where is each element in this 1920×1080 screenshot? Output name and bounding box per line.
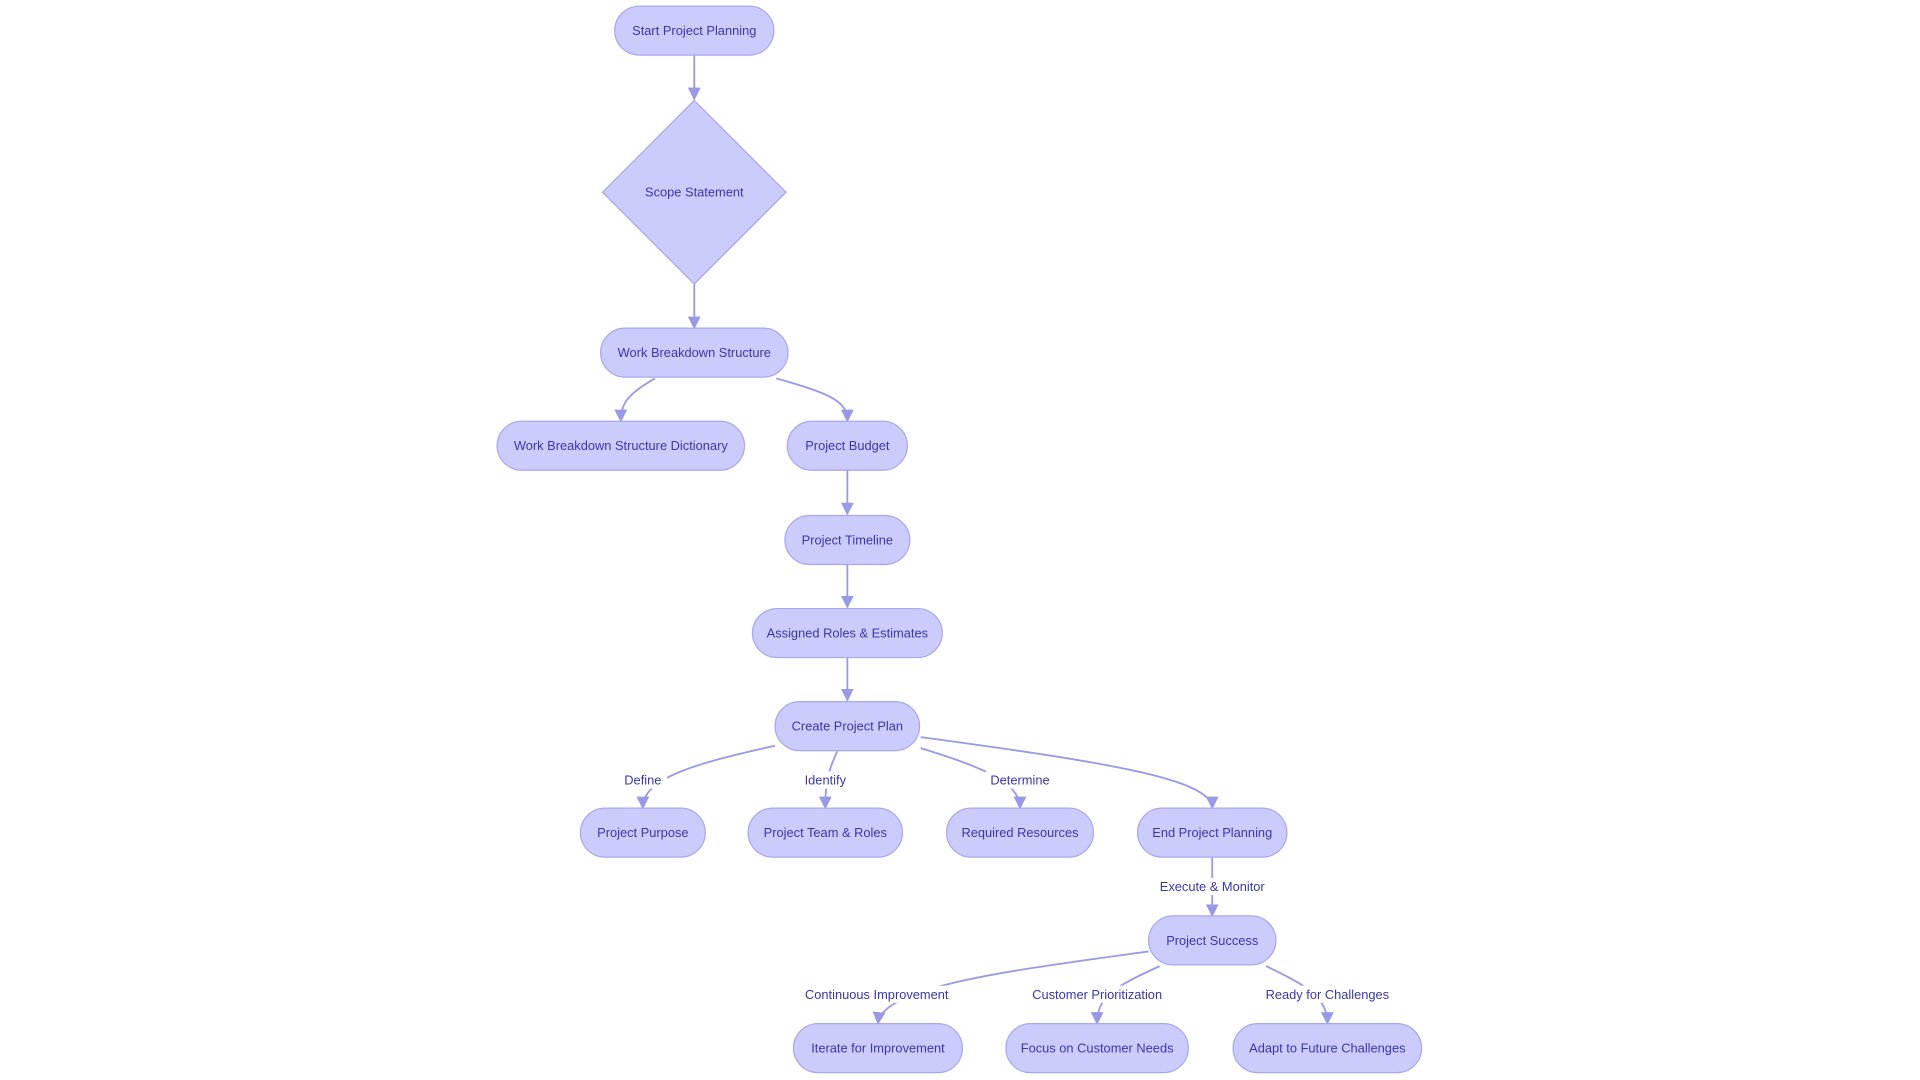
node-start: Start Project Planning [614,5,775,56]
node-label: Required Resources [961,825,1078,840]
edge-label: Determine [990,773,1049,788]
node-timeline: Project Timeline [784,514,911,566]
node-label: Assigned Roles & Estimates [767,626,928,641]
edge-success-to-adapt: Ready for Challenges [1255,965,1400,1025]
node-label: Scope Statement [645,185,744,200]
edge-wbs-to-budget [776,377,854,423]
node-success: Project Success [1147,915,1277,966]
edge-line [614,377,656,423]
node-label: Work Breakdown Structure Dictionary [514,438,728,453]
node-adapt: Adapt to Future Challenges [1232,1023,1423,1074]
node-label: Project Success [1166,933,1258,948]
edge-line [920,736,1219,810]
edge-label: Ready for Challenges [1266,987,1390,1002]
node-wbs: Work Breakdown Structure [600,327,789,378]
node-label: Work Breakdown Structure [618,345,771,360]
node-label: Iterate for Improvement [811,1041,945,1056]
edge-end-to-success: Execute & Monitor [1150,857,1275,918]
edge-label: Customer Prioritization [1032,987,1162,1002]
edge-plan-to-team: Identify [794,750,857,810]
flowchart: Define Identify Determine Execute & Monitor… [496,5,1423,1074]
edge-plan-to-purpose: Define [618,744,776,810]
edge-wbs-to-wbsd [614,377,656,423]
edge-label: Execute & Monitor [1160,879,1266,894]
node-team: Project Team & Roles [747,807,904,858]
node-label: Focus on Customer Needs [1021,1041,1174,1056]
node-label: Project Team & Roles [764,825,887,840]
node-label: Project Timeline [802,533,893,548]
node-label: End Project Planning [1152,825,1272,840]
node-plan: Create Project Plan [774,701,921,752]
node-roles: Assigned Roles & Estimates [751,607,943,659]
edge-plan-to-resources: Determine [920,747,1055,810]
node-wbsd: Work Breakdown Structure Dictionary [496,420,746,471]
node-iterate: Iterate for Improvement [792,1023,964,1074]
node-label: Create Project Plan [792,719,903,734]
edge-success-to-focus: Customer Prioritization [1014,965,1180,1025]
node-budget: Project Budget [786,420,908,471]
node-label: Project Budget [805,438,890,453]
node-label: Project Purpose [597,825,688,840]
node-end: End Project Planning [1136,807,1288,858]
node-focus: Focus on Customer Needs [1005,1023,1189,1074]
node-resources: Required Resources [945,807,1095,858]
node-label: Start Project Planning [632,23,756,38]
edge-label: Continuous Improvement [805,987,949,1002]
node-purpose: Project Purpose [579,807,706,858]
edge-line [776,377,854,423]
node-label: Adapt to Future Challenges [1249,1041,1405,1056]
node-scope: Scope Statement [601,99,787,285]
edge-label: Identify [805,773,847,788]
edge-label: Define [624,773,661,788]
edge-plan-to-end [920,736,1219,810]
